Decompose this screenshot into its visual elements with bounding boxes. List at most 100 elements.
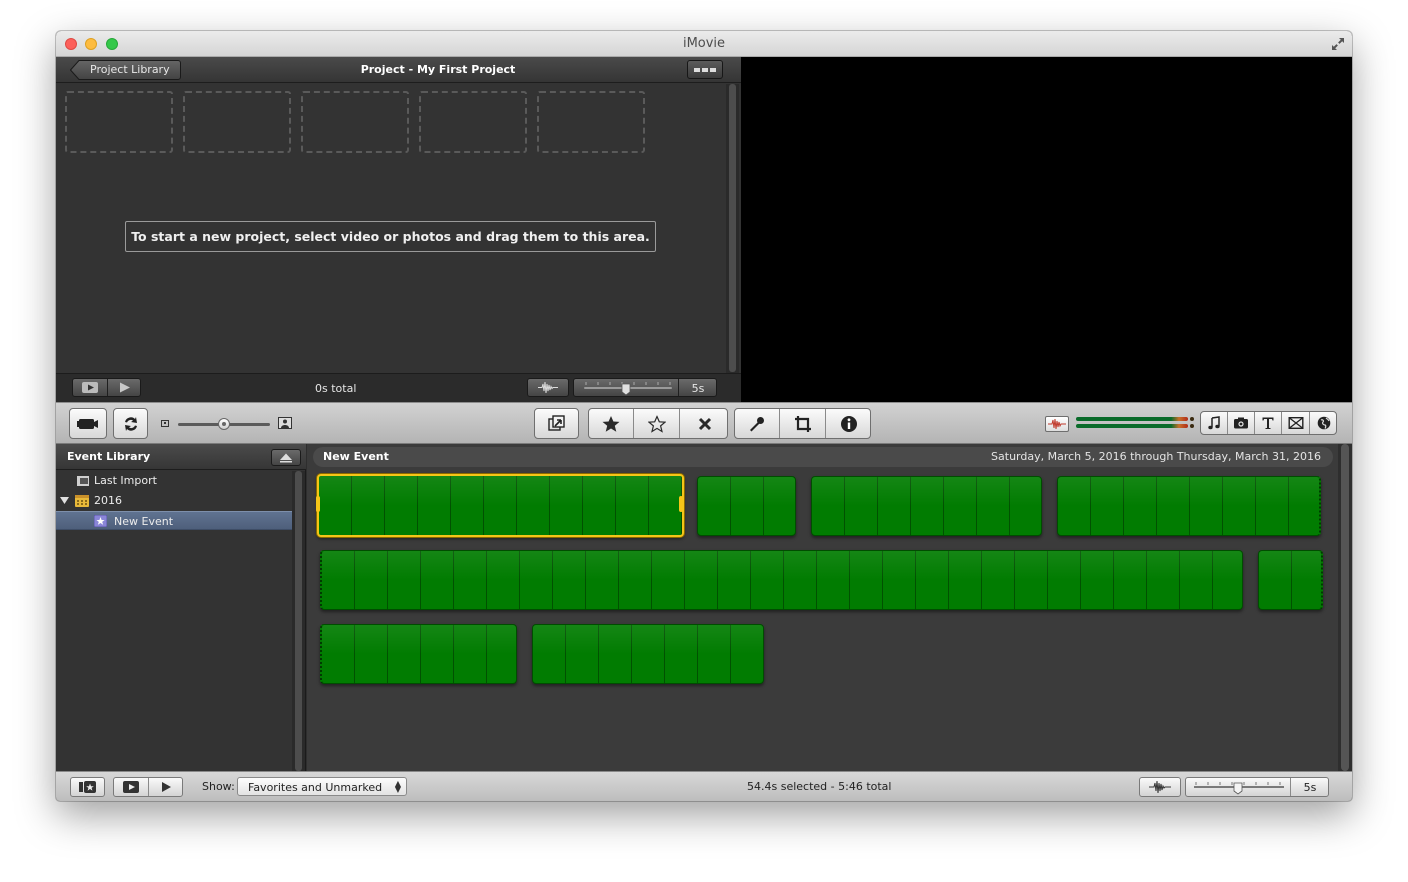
event-playback-controls: [113, 777, 183, 797]
disclosure-triangle-icon: [60, 497, 69, 504]
small-thumb-icon: [161, 420, 169, 427]
event-zoom-value: 5s: [1303, 781, 1317, 794]
selection-handle-right[interactable]: [679, 496, 683, 512]
transitions-browser-button[interactable]: [1282, 412, 1310, 434]
play-fullscreen-button[interactable]: [73, 379, 107, 396]
audio-meter-bars: [1076, 416, 1194, 431]
event-library-scrollbar[interactable]: [292, 471, 305, 771]
event-library-item-label: New Event: [114, 515, 174, 528]
main-toolbar: [56, 402, 1352, 444]
camera-import-icon: [77, 418, 98, 429]
title-bar: iMovie: [56, 31, 1352, 57]
mark-favorite-button[interactable]: [589, 409, 634, 438]
project-library-label: Project Library: [90, 63, 170, 76]
event-zoom-control: 5s: [1185, 777, 1329, 797]
event-browser: New Event Saturday, March 5, 2016 throug…: [307, 444, 1352, 771]
show-filter-value: Favorites and Unmarked: [248, 781, 383, 794]
reject-button[interactable]: [680, 409, 727, 438]
film-strip-icon: [77, 476, 89, 486]
add-to-project-button[interactable]: [534, 408, 579, 439]
waveform-toggle-button[interactable]: [1139, 777, 1181, 797]
voiceover-button[interactable]: [735, 409, 780, 438]
maps-browser-button[interactable]: [1310, 412, 1336, 434]
select-arrows-icon: ▲ ▼: [394, 779, 401, 794]
crop-button[interactable]: [780, 409, 826, 438]
event-date-range: Saturday, March 5, 2016 through Thursday…: [991, 450, 1321, 463]
event-name: New Event: [323, 450, 389, 463]
swap-icon: [124, 416, 137, 431]
star-event-icon: [94, 515, 107, 527]
event-library-title: Event Library: [67, 450, 151, 463]
event-header-bar: New Event Saturday, March 5, 2016 throug…: [313, 447, 1333, 467]
eject-button[interactable]: [271, 449, 301, 466]
add-event-icon: [78, 781, 96, 793]
title-icon: [1262, 417, 1274, 429]
event-library: Event Library Last Import 2016 New Event: [56, 444, 306, 771]
thumbnail-grid-button[interactable]: [687, 60, 723, 79]
project-title: Project - My First Project: [360, 63, 516, 76]
crop-icon: [794, 415, 811, 432]
event-browser-scrollbar[interactable]: [1338, 444, 1352, 771]
play-button[interactable]: [108, 379, 141, 396]
event-library-item-last-import[interactable]: Last Import: [56, 471, 292, 490]
video-clip[interactable]: [317, 474, 684, 537]
selection-status: 54.4s selected - 5:46 total: [747, 780, 892, 793]
grid-icon: [694, 68, 700, 72]
audio-waveform-icon: [1149, 780, 1171, 794]
titles-browser-button[interactable]: [1255, 412, 1282, 434]
clip-placeholder: [183, 91, 291, 153]
project-library-button[interactable]: Project Library: [70, 60, 181, 80]
video-clip[interactable]: [697, 476, 796, 536]
imovie-window: iMovie Project Library Project - My Firs…: [56, 31, 1352, 801]
browser-tools: [1200, 411, 1337, 435]
eject-icon: [280, 453, 292, 463]
show-filter-select[interactable]: Favorites and Unmarked ▲ ▼: [237, 777, 407, 796]
video-clip[interactable]: [1258, 550, 1323, 610]
project-total: 0s total: [315, 382, 357, 395]
video-clip[interactable]: [320, 624, 517, 684]
unmark-button[interactable]: [634, 409, 680, 438]
show-label: Show:: [202, 780, 235, 793]
photo-browser-button[interactable]: [1228, 412, 1255, 434]
swap-events-projects-button[interactable]: [113, 408, 148, 439]
fullscreen-icon[interactable]: [1330, 36, 1346, 52]
audio-level-meter: [1045, 416, 1069, 432]
event-library-item-2016[interactable]: 2016: [56, 491, 292, 510]
play-fullscreen-button[interactable]: [114, 778, 148, 796]
rating-tools: [588, 408, 728, 439]
project-zoom-control: 5s: [573, 378, 717, 397]
import-camera-button[interactable]: [69, 408, 107, 439]
event-library-item-new-event[interactable]: New Event: [56, 511, 292, 530]
video-clip[interactable]: [1057, 476, 1321, 536]
inspector-info-icon: [841, 415, 857, 432]
video-clip[interactable]: [320, 550, 1243, 610]
selection-handle-left[interactable]: [316, 496, 320, 512]
project-playback-controls: [72, 378, 141, 397]
voiceover-mic-icon: [750, 416, 764, 431]
bottom-bar: Show: Favorites and Unmarked ▲ ▼ 54.4s se…: [56, 771, 1352, 801]
clip-placeholder: [419, 91, 527, 153]
zoom-slider-knob: [621, 383, 631, 396]
clip-placeholder: [65, 91, 173, 153]
adjust-tools: [734, 408, 871, 439]
music-browser-button[interactable]: [1201, 412, 1228, 434]
add-to-project-icon: [547, 414, 565, 431]
event-library-item-label: 2016: [94, 494, 122, 507]
thumbnail-size-knob[interactable]: [218, 418, 230, 430]
waveform-toggle-button[interactable]: [527, 378, 569, 397]
project-footer: 0s total 5s: [56, 373, 741, 402]
new-event-button[interactable]: [70, 777, 105, 797]
video-clip[interactable]: [532, 624, 764, 684]
clip-placeholder: [537, 91, 645, 153]
project-zoom-value: 5s: [691, 382, 705, 395]
event-library-item-label: Last Import: [94, 474, 157, 487]
large-thumb-icon: [278, 417, 292, 429]
video-viewer: [741, 57, 1352, 402]
event-library-header: Event Library: [56, 444, 306, 470]
video-clip[interactable]: [811, 476, 1042, 536]
project-scrollbar[interactable]: [726, 84, 739, 373]
inspector-button[interactable]: [826, 409, 870, 438]
music-icon: [1208, 416, 1220, 430]
project-header: Project Library Project - My First Proje…: [56, 57, 741, 83]
play-button[interactable]: [149, 778, 183, 796]
